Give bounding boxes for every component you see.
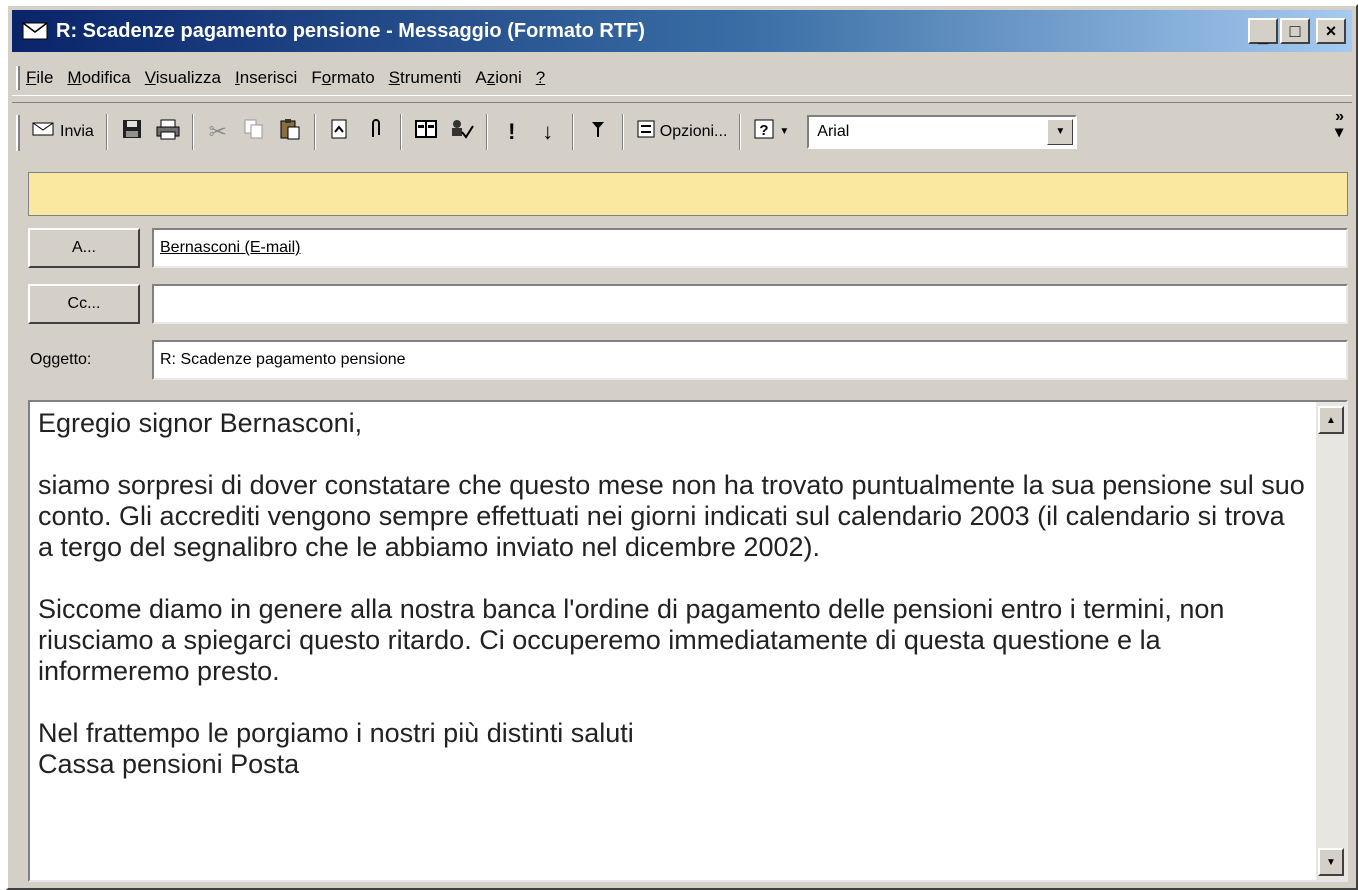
close-button[interactable]: ×: [1316, 18, 1346, 44]
copy-button[interactable]: [236, 112, 272, 152]
standard-toolbar: Invia ✂ ! ↓ Opzioni... ? ▼ Arial ▼ » ▾: [12, 102, 1352, 160]
title-bar[interactable]: R: Scadenze pagamento pensione - Messagg…: [12, 10, 1352, 52]
options-icon: [636, 119, 656, 144]
toolbar-separator: [399, 113, 402, 150]
address-book-button[interactable]: [408, 112, 444, 152]
options-label: Opzioni...: [659, 122, 728, 140]
copy-icon: [243, 118, 265, 146]
print-button[interactable]: [150, 112, 186, 152]
vertical-scrollbar[interactable]: ▲ ▼: [1316, 402, 1346, 880]
envelope-icon: [20, 19, 50, 43]
scroll-down-button[interactable]: ▼: [1318, 848, 1344, 876]
info-bar: [28, 172, 1348, 216]
body-paragraph-1: siamo sorpresi di dover constatare che q…: [38, 470, 1305, 562]
message-window: R: Scadenze pagamento pensione - Messagg…: [6, 4, 1358, 890]
toolbar-separator: [105, 113, 108, 150]
subject-label: Oggetto:: [30, 351, 92, 368]
attach-icon: [369, 117, 383, 147]
cut-icon: ✂: [208, 118, 228, 144]
message-text[interactable]: Egregio signor Bernasconi, siamo sorpres…: [38, 408, 1306, 880]
save-button[interactable]: [114, 112, 150, 152]
cc-button[interactable]: Cc...: [28, 284, 140, 324]
scroll-up-icon: ▲: [1326, 414, 1336, 426]
cc-field[interactable]: [152, 284, 1348, 324]
high-importance-button[interactable]: !: [494, 112, 530, 152]
subject-field[interactable]: R: Scadenze pagamento pensione: [152, 340, 1348, 380]
toolbar-separator: [739, 113, 742, 150]
message-body[interactable]: Egregio signor Bernasconi, siamo sorpres…: [28, 400, 1348, 882]
toolbar-separator: [313, 113, 316, 150]
caption-buttons: _ □ ×: [1248, 18, 1346, 46]
high-importance-icon: !: [508, 118, 516, 144]
insert-file-button[interactable]: [322, 112, 358, 152]
to-button[interactable]: A...: [28, 228, 140, 268]
svg-text:?: ?: [760, 122, 769, 139]
options-button[interactable]: Opzioni...: [630, 112, 734, 152]
toolbar-separator: [485, 113, 488, 150]
low-importance-icon: ↓: [542, 118, 554, 144]
closing: Nel frattempo le porgiamo i nostri più d…: [38, 718, 634, 748]
maximize-icon: □: [1289, 21, 1301, 41]
menu-bar: File Modifica Visualizza Inserisci Forma…: [12, 60, 1352, 96]
menu-insert[interactable]: Inserisci: [235, 68, 297, 88]
flag-button[interactable]: [580, 112, 616, 152]
help-dropdown-icon: ▼: [779, 126, 790, 137]
send-icon: [32, 121, 54, 142]
cut-button[interactable]: ✂: [200, 112, 236, 152]
paste-button[interactable]: [272, 112, 308, 152]
help-button[interactable]: ? ▼: [747, 112, 795, 152]
font-select[interactable]: Arial ▼: [807, 114, 1078, 149]
low-importance-button[interactable]: ↓: [530, 112, 566, 152]
toolbar-separator: [621, 113, 624, 150]
minimize-button[interactable]: _: [1248, 18, 1278, 46]
scroll-up-button[interactable]: ▲: [1318, 406, 1344, 434]
help-icon: ?: [753, 118, 775, 145]
menu-actions[interactable]: Azioni: [475, 68, 521, 88]
menu-file[interactable]: File: [26, 68, 53, 88]
body-paragraph-2: Siccome diamo in genere alla nostra banc…: [38, 594, 1225, 686]
save-icon: [121, 118, 143, 146]
toolbar-separator: [191, 113, 194, 150]
check-names-button[interactable]: [444, 112, 480, 152]
maximize-button[interactable]: □: [1280, 18, 1310, 44]
minimize-icon: _: [1257, 26, 1268, 46]
check-names-icon: [449, 118, 475, 146]
menu-edit[interactable]: Modifica: [67, 68, 130, 88]
signature: Cassa pensioni Posta: [38, 749, 300, 779]
toolbar-separator: [571, 113, 574, 150]
insert-file-icon: [329, 118, 351, 146]
font-dropdown-icon[interactable]: ▼: [1047, 118, 1074, 145]
print-icon: [155, 118, 181, 146]
cc-row: Cc...: [28, 284, 1348, 324]
window-title: R: Scadenze pagamento pensione - Messagg…: [56, 19, 645, 42]
menu-view[interactable]: Visualizza: [145, 68, 221, 88]
toolbar-overflow-icon[interactable]: » ▾: [1335, 109, 1344, 141]
subject-row: Oggetto: R: Scadenze pagamento pensione: [28, 340, 1348, 380]
toolbar-grip[interactable]: [16, 115, 20, 151]
flag-icon: [590, 119, 606, 145]
to-row: A... Bernasconi (E-mail): [28, 228, 1348, 268]
menu-format[interactable]: Formato: [311, 68, 374, 88]
send-label: Invia: [60, 122, 94, 140]
send-button[interactable]: Invia: [26, 112, 100, 152]
scroll-down-icon: ▼: [1326, 856, 1336, 868]
recipient-link[interactable]: Bernasconi (E-mail): [160, 239, 300, 257]
paste-icon: [279, 118, 301, 146]
close-icon: ×: [1325, 21, 1337, 41]
to-field[interactable]: Bernasconi (E-mail): [152, 228, 1348, 268]
font-name: Arial: [817, 122, 850, 140]
address-book-icon: [414, 118, 438, 146]
greeting: Egregio signor Bernasconi,: [38, 408, 363, 438]
menu-help[interactable]: ?: [536, 68, 545, 88]
menubar-grip[interactable]: [16, 66, 20, 90]
attach-button[interactable]: [358, 112, 394, 152]
menu-tools[interactable]: Strumenti: [389, 68, 462, 88]
